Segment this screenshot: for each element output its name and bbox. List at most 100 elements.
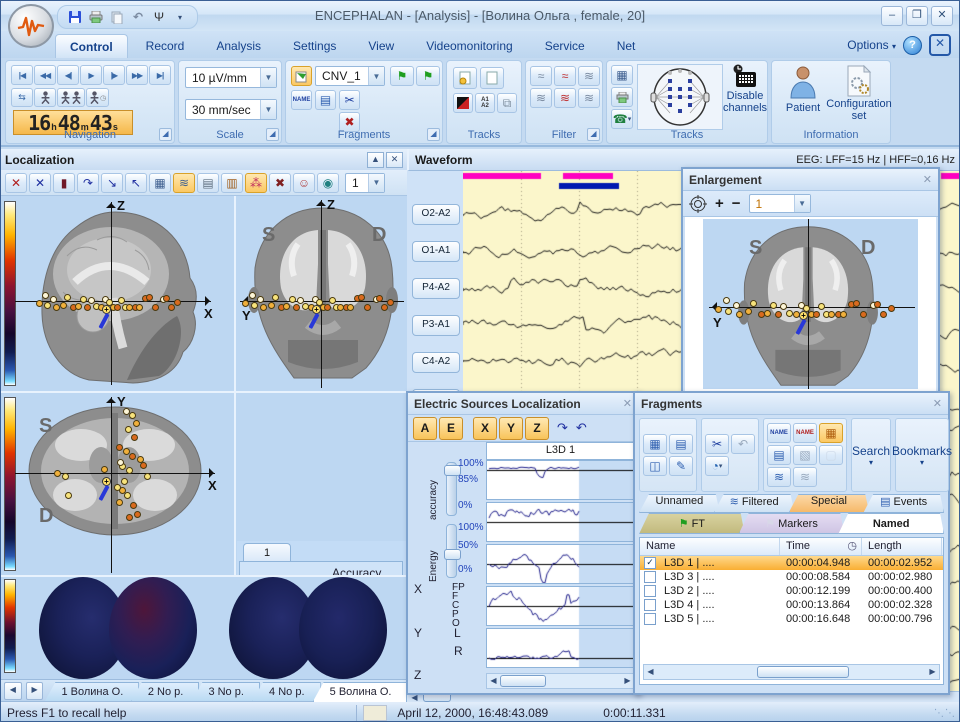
caret-icon[interactable]: ▼ (260, 100, 276, 119)
print-tracks-icon[interactable] (611, 87, 633, 107)
scroll-left-icon[interactable]: ◀ (487, 675, 500, 687)
print-icon[interactable]: ▤ (197, 173, 219, 193)
configuration-set-button[interactable]: Configuration set (830, 65, 888, 129)
tabs-scroll-left-icon[interactable]: ◀ (4, 682, 22, 700)
column-header-name[interactable]: Name (640, 538, 780, 555)
close-window-icon[interactable]: ✕ (933, 397, 942, 410)
step-forward-icon[interactable]: |▶ (103, 65, 125, 85)
first-icon[interactable]: |◀ (11, 65, 33, 85)
speed-select[interactable]: 30 mm/sec▼ (185, 99, 277, 120)
a1a2-reference-icon[interactable]: A1A2 (475, 93, 495, 113)
topomap-1[interactable] (39, 577, 197, 679)
ribbon-tab-view[interactable]: View (354, 34, 408, 58)
rotate-view-icon[interactable]: ↷ (77, 173, 99, 193)
fragment-tab-events[interactable]: ▤ Events (863, 494, 944, 513)
table-row[interactable]: L3D 3 | ....00:00:08.58400:00:02.980 (640, 570, 943, 584)
caret-icon[interactable]: ▼ (368, 174, 384, 192)
edit-fragment-icon[interactable]: ▤ (669, 434, 693, 454)
caret-icon[interactable]: ▼ (794, 195, 810, 212)
grid-view-icon[interactable]: ▦ (149, 173, 171, 193)
fragments-header[interactable]: Fragments ✕ (635, 393, 948, 415)
table-row[interactable]: L3D 4 | ....00:00:13.86400:00:02.328 (640, 598, 943, 612)
table-hscrollbar[interactable]: ◀ ▶ (643, 664, 940, 680)
channel-button-p3-a1[interactable]: P3-A1 (412, 315, 460, 336)
fragment-tab-special[interactable]: Special (789, 494, 870, 513)
delete-wave-icon[interactable]: ≋ (793, 467, 817, 487)
print-icon[interactable] (87, 9, 105, 26)
esl-button-z[interactable]: Z (525, 417, 549, 440)
cut-fragment-icon[interactable]: ✂ (339, 90, 360, 110)
rewind-icon[interactable]: ◀◀ (34, 65, 56, 85)
preview-fragment-icon[interactable]: ◫ (643, 456, 667, 476)
row-checkbox[interactable] (644, 585, 656, 597)
table-row[interactable]: L3D 2 | ....00:00:12.19900:00:00.400 (640, 584, 943, 598)
esl-curve-icon[interactable]: ↷ (557, 420, 568, 436)
record-tab[interactable]: 4 No p. . (252, 682, 321, 702)
energy-slider[interactable] (446, 524, 457, 578)
record-tab[interactable]: 3 No p. . (191, 682, 260, 702)
ribbon-tab-service[interactable]: Service (531, 34, 599, 58)
scroll-right-icon[interactable]: ▶ (926, 666, 939, 678)
fragment-tab-named[interactable]: Named (838, 513, 944, 534)
column-header-length[interactable]: Length (862, 538, 942, 555)
close-panel-icon[interactable]: ✕ (386, 152, 403, 168)
table-row[interactable]: L3D 5 | ....00:00:16.64800:00:00.796 (640, 612, 943, 626)
fragment-tab-filtered[interactable]: ≋ Filtered (714, 494, 795, 513)
topomap-2[interactable] (229, 577, 387, 679)
resize-grip[interactable]: ⋱⋱ (934, 708, 956, 719)
dipole-tab-1[interactable]: 1 (243, 543, 291, 563)
broadcast-icon[interactable]: Ψ (150, 9, 168, 26)
column-header-time[interactable]: Time ◷ (780, 538, 862, 555)
low-filter-icon[interactable]: ≈ (530, 66, 552, 86)
dipole-tools-icon[interactable]: ✖ (269, 173, 291, 193)
fragment-history-icon[interactable]: ◔▾ (705, 456, 729, 476)
close-window-icon[interactable]: ✕ (923, 173, 932, 186)
channel-button-p4-a2[interactable]: P4-A2 (412, 278, 460, 299)
custom-filter-icon[interactable]: ≋ (578, 88, 600, 108)
notch-filter-icon[interactable]: ≋ (578, 66, 600, 86)
ribbon-tab-analysis[interactable]: Analysis (202, 34, 275, 58)
sagittal-view[interactable]: Z X + (1, 196, 234, 391)
last-icon[interactable]: ▶| (149, 65, 171, 85)
delete-all-dipoles-icon[interactable]: ✕ (29, 173, 51, 193)
esl-header[interactable]: Electric Sources Localization ✕ (408, 393, 638, 415)
maximize-button[interactable]: ❐ (906, 6, 928, 26)
record-tab[interactable]: 1 Волина О. . (44, 682, 138, 702)
channel-button-o2-a2[interactable]: O2-A2 (412, 204, 460, 225)
esl-curve-back-icon[interactable]: ↶ (576, 420, 587, 436)
montage-table-icon[interactable]: ▦ (611, 65, 633, 85)
amplitude-select[interactable]: 10 µV/mm▼ (185, 67, 277, 88)
wave-fragment-icon[interactable]: ≋ (767, 467, 791, 487)
record-tab[interactable]: 2 No p. . (131, 682, 200, 702)
save-report-icon[interactable]: ▥ (221, 173, 243, 193)
caret-icon[interactable]: ▼ (260, 68, 276, 87)
delete-list-icon[interactable]: ▧ (793, 445, 817, 465)
dial-connection-icon[interactable]: ☎▾ (611, 109, 633, 129)
ribbon-tab-videomonitoring[interactable]: Videomonitoring (412, 34, 527, 58)
contrast-icon[interactable] (453, 93, 473, 113)
eye-view-icon[interactable]: ◉ (317, 173, 339, 193)
close-window-icon[interactable]: ✕ (623, 397, 632, 410)
navigation-dialog-launcher[interactable]: ◢ (159, 128, 172, 141)
montage-scheme-icon[interactable]: ⧉ (497, 93, 517, 113)
fragment-tab-ft[interactable]: ⚑ FT (639, 513, 745, 534)
erase-fragment-icon[interactable]: ✎ (669, 456, 693, 476)
new-track-page-icon[interactable] (453, 67, 477, 89)
ribbon-tab-control[interactable]: Control (55, 34, 128, 58)
scroll-thumb[interactable] (500, 675, 546, 687)
esl-button-a[interactable]: A (413, 417, 437, 440)
zoom-in-icon[interactable]: + (715, 195, 724, 212)
fragment-tab-markers[interactable]: ⚑ Markers (739, 513, 845, 534)
dipole-up-icon[interactable]: ↖ (125, 173, 147, 193)
patient-button[interactable]: Patient (778, 65, 828, 129)
enlargement-header[interactable]: Enlargement ✕ (683, 169, 938, 191)
undo-icon[interactable]: ↶ (129, 9, 147, 26)
channel-button-o1-a1[interactable]: O1-A1 (412, 241, 460, 262)
head-montage-icon[interactable] (637, 64, 723, 130)
enlargement-zoom-select[interactable]: 1▼ (749, 194, 811, 213)
filter-off-icon[interactable]: ≋ (554, 88, 576, 108)
ribbon-tab-record[interactable]: Record (132, 34, 199, 58)
table-row[interactable]: ✓L3D 1 | ....00:00:04.94800:00:02.952 (640, 556, 943, 570)
coronal-view[interactable]: Z Y S D + (236, 196, 407, 391)
add-fragment-icon[interactable]: ▦ (643, 434, 667, 454)
